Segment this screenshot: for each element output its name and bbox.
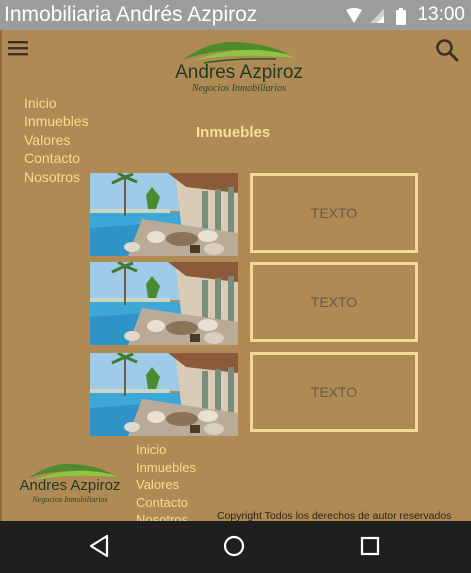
hamburger-menu-icon[interactable] (8, 40, 28, 61)
side-nav: Inicio Inmuebles Valores Contacto Nosotr… (24, 94, 89, 186)
property-text-box[interactable]: TEXTO (250, 262, 418, 342)
header-logo[interactable]: Andres Azpiroz Negocios Inmobiliarios (164, 36, 314, 98)
status-time: 13:00 (417, 4, 465, 25)
system-nav-bar (0, 521, 471, 573)
app-content: Andres Azpiroz Negocios Inmobiliarios In… (0, 30, 471, 527)
footer-nav: Inicio Inmuebles Valores Contacto Nosotr… (136, 441, 196, 529)
app-title: Inmobiliaria Andrés Azpiroz (4, 3, 258, 26)
footer-logo[interactable]: Andres Azpiroz Negocios Inmobiliarios (8, 460, 132, 510)
nav-link-inmuebles[interactable]: Inmuebles (24, 112, 89, 130)
footer-link-inmuebles[interactable]: Inmuebles (136, 459, 196, 477)
status-bar: Inmobiliaria Andrés Azpiroz 13:00 (0, 0, 471, 30)
back-icon[interactable] (88, 533, 110, 564)
property-text-box[interactable]: TEXTO (250, 352, 418, 432)
footer-link-contacto[interactable]: Contacto (136, 494, 196, 512)
footer-link-valores[interactable]: Valores (136, 476, 196, 494)
nav-link-nosotros[interactable]: Nosotros (24, 168, 89, 186)
footer-link-inicio[interactable]: Inicio (136, 441, 196, 459)
property-image[interactable] (90, 173, 238, 256)
section-title: Inmuebles (196, 124, 271, 141)
property-text-box[interactable]: TEXTO (250, 173, 418, 253)
footer-logo-tagline: Negocios Inmobiliarios (32, 495, 108, 504)
nav-link-inicio[interactable]: Inicio (24, 94, 89, 112)
nav-link-contacto[interactable]: Contacto (24, 149, 89, 167)
nav-link-valores[interactable]: Valores (24, 131, 89, 149)
recents-icon[interactable] (359, 533, 381, 564)
battery-icon (396, 8, 406, 30)
property-image[interactable] (90, 353, 238, 436)
search-icon[interactable] (435, 38, 459, 67)
property-image[interactable] (90, 262, 238, 345)
logo-tagline: Negocios Inmobiliarios (191, 83, 287, 94)
logo-name: Andres Azpiroz (175, 62, 303, 83)
wifi-icon (345, 8, 363, 29)
footer-logo-name: Andres Azpiroz (19, 477, 121, 494)
signal-icon (369, 8, 385, 29)
home-icon[interactable] (222, 533, 246, 564)
